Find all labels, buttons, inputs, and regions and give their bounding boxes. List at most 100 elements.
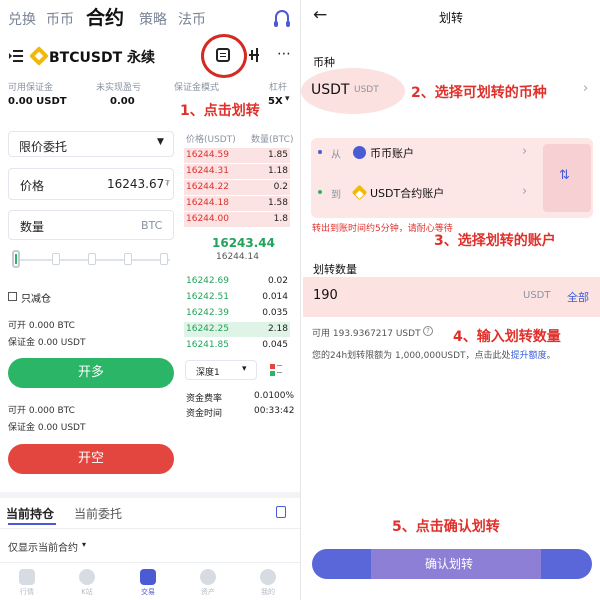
transfer-time-note: 转出到账时间约5分钟，请耐心等待 xyxy=(312,224,453,234)
nav-trade-label: 交易 xyxy=(141,588,155,596)
bid-row[interactable]: 16242.51 0.014 xyxy=(184,290,290,305)
funding-rate-value: 0.0100% xyxy=(254,391,295,401)
section-divider xyxy=(0,492,300,498)
available-balance: 可用 193.9367217 USDT xyxy=(312,329,421,339)
ask-row[interactable]: 16244.00 1.8 xyxy=(184,212,290,227)
filter-current-contract[interactable]: 仅显示当前合约 xyxy=(8,539,78,554)
screenshot-stage: 兑换 币币 合约 策略 法币 BTCUSDT 永续 ⋯ 可用保证金 未实现盈亏 … xyxy=(0,0,600,600)
leverage-label: 杠杆 xyxy=(269,83,288,93)
slider-step-75[interactable] xyxy=(124,253,132,265)
market-icon xyxy=(19,569,35,585)
from-label: 从 xyxy=(331,150,341,161)
nav-market[interactable]: 行情 xyxy=(12,569,42,597)
swap-button[interactable]: ⇅ xyxy=(543,144,591,212)
from-account[interactable]: 币币账户 xyxy=(370,145,414,161)
tab-spot[interactable]: 币币 xyxy=(46,9,74,29)
amount-value[interactable]: 190 xyxy=(313,288,338,303)
filter-dropdown-icon[interactable]: ▾ xyxy=(82,540,86,549)
more-icon[interactable]: ⋯ xyxy=(277,46,292,62)
price-input[interactable]: 价格 16243.67 ₮ xyxy=(8,168,174,200)
currency-value: USDT xyxy=(311,82,350,98)
tab-fiat[interactable]: 法币 xyxy=(178,9,206,29)
depth-dropdown-icon: ▾ xyxy=(242,364,247,374)
annotation-step-2: 2、选择可划转的币种 xyxy=(411,85,547,101)
tab-exchange[interactable]: 兑换 xyxy=(8,9,36,29)
bid-row[interactable]: 16241.85 0.045 xyxy=(184,338,290,353)
reduce-only-checkbox[interactable] xyxy=(8,292,17,301)
amount-unit: USDT xyxy=(523,290,551,301)
price-value[interactable]: 16243.67 xyxy=(107,177,164,191)
slider-step-50[interactable] xyxy=(88,253,96,265)
slider-step-100[interactable] xyxy=(160,253,168,265)
nav-assets-label: 资产 xyxy=(201,588,215,596)
bid-price: 16242.25 xyxy=(186,324,229,334)
pair-title[interactable]: BTCUSDT 永续 xyxy=(49,47,155,67)
nav-kstation[interactable]: K站 xyxy=(72,569,102,597)
funding-rate-label: 资金费率 xyxy=(186,394,223,404)
bid-qty: 0.02 xyxy=(267,276,288,286)
nav-me[interactable]: 我的 xyxy=(253,569,283,597)
trade-icon xyxy=(140,569,156,585)
back-arrow-icon[interactable]: ← xyxy=(313,5,327,25)
tab-current-orders[interactable]: 当前委托 xyxy=(74,505,122,522)
book-price-header: 价格(USDT) xyxy=(186,135,236,145)
margin-mode-label: 保证金模式 xyxy=(174,83,220,93)
ask-row[interactable]: 16244.18 1.58 xyxy=(184,196,290,211)
price-label: 价格 xyxy=(20,179,45,193)
ask-row[interactable]: 16244.22 0.2 xyxy=(184,180,290,195)
bid-row[interactable]: 16242.39 0.035 xyxy=(184,306,290,321)
nav-assets[interactable]: 资产 xyxy=(193,569,223,597)
unrealized-pnl-value: 0.00 xyxy=(110,96,135,107)
bid-row[interactable]: 16242.69 0.02 xyxy=(184,274,290,289)
leverage-dropdown-icon[interactable]: ▾ xyxy=(285,94,290,104)
confirm-transfer-button[interactable]: 确认划转 xyxy=(312,549,592,579)
from-dot xyxy=(318,150,322,154)
transfer-panel: ← 划转 币种 USDT USDT › 2、选择可划转的币种 从 币币账户 › … xyxy=(301,0,600,600)
open-long-button[interactable]: 开多 xyxy=(8,358,174,388)
depth-value: 深度1 xyxy=(196,368,220,378)
assets-icon xyxy=(200,569,216,585)
transfer-icon[interactable] xyxy=(216,48,230,62)
headset-icon[interactable] xyxy=(274,10,290,27)
quantity-slider-handle[interactable] xyxy=(12,250,20,268)
bid-price: 16242.39 xyxy=(186,308,229,318)
short-margin: 保证金 0.00 USDT xyxy=(8,423,86,433)
from-chevron-icon[interactable]: › xyxy=(522,144,527,159)
all-button[interactable]: 全部 xyxy=(567,289,589,305)
leverage-value[interactable]: 5X xyxy=(268,96,283,107)
help-icon[interactable]: ? xyxy=(423,326,433,336)
bid-qty: 2.18 xyxy=(267,324,288,334)
ask-price: 16244.22 xyxy=(186,182,229,192)
quantity-input[interactable]: 数量 BTC xyxy=(8,210,174,240)
book-layout-icon[interactable] xyxy=(270,364,282,376)
bid-row[interactable]: 16242.25 2.18 xyxy=(184,322,290,337)
ask-qty: 0.2 xyxy=(273,182,288,192)
to-label: 到 xyxy=(331,190,341,201)
raise-limit-link[interactable]: 提升额度 xyxy=(511,351,547,361)
depth-select[interactable]: 深度1 ▾ xyxy=(185,360,257,380)
amount-label: 划转数量 xyxy=(313,263,357,276)
open-short-button[interactable]: 开空 xyxy=(8,444,174,474)
order-history-icon[interactable] xyxy=(276,506,286,518)
futures-trade-panel: 兑换 币币 合约 策略 法币 BTCUSDT 永续 ⋯ 可用保证金 未实现盈亏 … xyxy=(0,0,300,600)
tab-futures[interactable]: 合约 xyxy=(86,3,124,30)
bottom-nav: 行情 K站 交易 资产 我的 xyxy=(0,562,300,600)
confirm-label: 确认划转 xyxy=(425,557,474,571)
to-chevron-icon[interactable]: › xyxy=(522,184,527,199)
ask-row[interactable]: 16244.31 1.18 xyxy=(184,164,290,179)
menu-icon[interactable] xyxy=(9,50,23,62)
slider-step-25[interactable] xyxy=(52,253,60,265)
ask-qty: 1.58 xyxy=(267,198,288,208)
amount-input[interactable]: 190 USDT 全部 xyxy=(303,277,600,317)
account-select-box: 从 币币账户 › 到 USDT合约账户 › ⇅ xyxy=(311,138,593,218)
order-type-select[interactable]: 限价委托 ▼ xyxy=(8,131,174,157)
tab-strategy[interactable]: 策略 xyxy=(139,9,167,29)
order-type-dropdown-icon: ▼ xyxy=(157,137,164,147)
tab-current-positions[interactable]: 当前持仓 xyxy=(6,505,54,522)
ask-row[interactable]: 16244.59 1.85 xyxy=(184,148,290,163)
quantity-label: 数量 xyxy=(20,220,45,234)
candlestick-icon[interactable] xyxy=(249,48,261,62)
annotation-step-3: 3、选择划转的账户 xyxy=(434,233,556,249)
to-account[interactable]: USDT合约账户 xyxy=(370,185,444,201)
nav-trade[interactable]: 交易 xyxy=(133,569,163,597)
